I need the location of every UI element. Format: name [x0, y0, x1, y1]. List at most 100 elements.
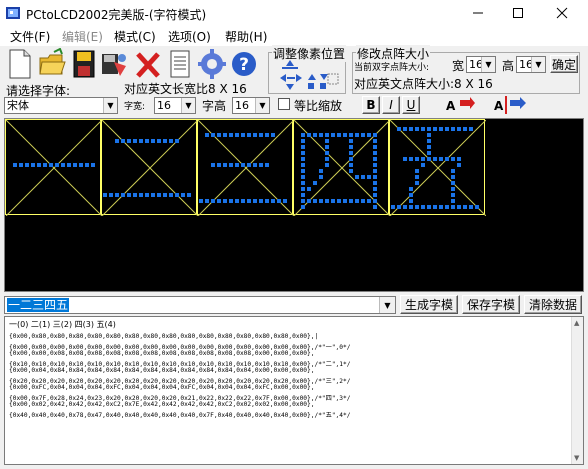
- char-height-select[interactable]: 16 ▼: [232, 97, 270, 114]
- generate-label: 生成字模: [404, 298, 453, 312]
- lcd-dot: [403, 205, 407, 209]
- lcd-glyph: [102, 120, 198, 216]
- menu-help[interactable]: 帮助(H): [225, 28, 267, 45]
- lcd-dot: [445, 205, 449, 209]
- save-font-label: 保存字模: [466, 298, 515, 312]
- lcd-dot: [349, 163, 353, 167]
- lcd-dot: [475, 205, 479, 209]
- lcd-dot: [115, 139, 119, 143]
- lcd-dot: [271, 133, 275, 137]
- close-button[interactable]: [540, 0, 584, 26]
- confirm-button[interactable]: 确定: [550, 55, 578, 73]
- mirror-icon[interactable]: A: [490, 96, 530, 114]
- lcd-dot: [457, 157, 461, 161]
- text-input[interactable]: 一二三四五 ▼: [4, 296, 396, 314]
- bold-button[interactable]: B: [362, 96, 380, 114]
- chevron-down-icon: ▼: [255, 98, 269, 113]
- lcd-dot: [151, 193, 155, 197]
- lcd-dot: [373, 169, 377, 173]
- scroll-down-icon[interactable]: ▼: [574, 454, 579, 462]
- lcd-dot: [331, 133, 335, 137]
- lcd-dot: [343, 133, 347, 137]
- maximize-icon: [513, 8, 523, 18]
- lcd-dot: [307, 199, 311, 203]
- help-icon[interactable]: ?: [230, 48, 258, 80]
- lcd-dot: [145, 193, 149, 197]
- delete-icon[interactable]: [134, 48, 162, 80]
- lcd-dot: [301, 193, 305, 197]
- lcd-dot: [367, 175, 371, 179]
- dot-height-select[interactable]: 16 ▼: [516, 56, 546, 73]
- lcd-dot: [463, 205, 467, 209]
- lcd-dot: [361, 199, 365, 203]
- lcd-dot: [241, 163, 245, 167]
- menu-file[interactable]: 文件(F): [10, 28, 50, 45]
- lcd-dot: [373, 139, 377, 143]
- lcd-dot: [301, 205, 305, 209]
- output-textarea[interactable]: 一(0) 二(1) 三(2) 四(3) 五(4) {0x00,0x80,0x80…: [4, 316, 584, 465]
- lcd-dot: [451, 187, 455, 191]
- lcd-dot: [355, 199, 359, 203]
- lcd-dot: [331, 199, 335, 203]
- lcd-dot: [325, 145, 329, 149]
- vertical-scrollbar[interactable]: ▲ ▼: [571, 317, 583, 464]
- lcd-dot: [409, 187, 413, 191]
- lcd-dot: [439, 205, 443, 209]
- lcd-dot: [133, 193, 137, 197]
- title-bar: PCtoLCD2002完美版-(字符模式): [0, 0, 588, 26]
- lcd-dot: [217, 133, 221, 137]
- lcd-dot: [19, 163, 23, 167]
- lcd-dot: [211, 199, 215, 203]
- new-file-icon[interactable]: [6, 48, 34, 80]
- maximize-button[interactable]: [496, 0, 540, 26]
- dot-width-select[interactable]: 16 ▼: [466, 56, 496, 73]
- clear-label: 清除数据: [528, 298, 577, 312]
- italic-button[interactable]: I: [382, 96, 400, 114]
- lcd-dot: [373, 181, 377, 185]
- menu-options[interactable]: 选项(O): [168, 28, 211, 45]
- lcd-dot: [235, 133, 239, 137]
- proportional-checkbox[interactable]: [278, 98, 290, 110]
- settings-gear-icon[interactable]: [198, 48, 226, 80]
- clear-button[interactable]: 清除数据: [524, 295, 582, 314]
- lcd-dot: [127, 193, 131, 197]
- lcd-dot: [121, 139, 125, 143]
- lcd-dot: [433, 127, 437, 131]
- underline-button[interactable]: U: [402, 96, 420, 114]
- save-font-button[interactable]: 保存字模: [462, 295, 520, 314]
- save-disk-icon[interactable]: [70, 48, 98, 80]
- minimize-button[interactable]: [456, 0, 500, 26]
- code-line: {0x00,0x02,0x42,0x42,0x42,0xC2,0x7E,0x42…: [9, 401, 315, 408]
- lcd-dot: [259, 199, 263, 203]
- lcd-dot: [373, 145, 377, 149]
- pixel-shift-arrows[interactable]: [276, 58, 340, 92]
- en-dot-size: 对应英文点阵大小:8 X 16: [354, 77, 493, 91]
- lcd-dot: [463, 127, 467, 131]
- lcd-dot: [265, 163, 269, 167]
- rotate-icon[interactable]: A: [442, 96, 476, 114]
- menu-edit[interactable]: 编辑(E): [62, 28, 103, 45]
- lcd-dot: [349, 157, 353, 161]
- open-folder-icon[interactable]: [38, 48, 66, 80]
- lcd-dot: [325, 163, 329, 167]
- lcd-dot: [223, 133, 227, 137]
- lcd-dot: [121, 193, 125, 197]
- generate-button[interactable]: 生成字模: [400, 295, 458, 314]
- app-icon: [6, 7, 20, 19]
- scroll-up-icon[interactable]: ▲: [574, 319, 579, 327]
- lcd-dot: [73, 163, 77, 167]
- document-icon[interactable]: [166, 48, 194, 80]
- lcd-dot: [259, 163, 263, 167]
- menu-mode[interactable]: 模式(C): [114, 28, 156, 45]
- save-as-icon[interactable]: [100, 48, 128, 80]
- lcd-dot: [469, 127, 473, 131]
- height-label: 高: [502, 59, 515, 73]
- lcd-dot: [415, 157, 419, 161]
- char-height-value: 16: [235, 99, 249, 112]
- lcd-dot: [451, 169, 455, 173]
- lcd-dot: [307, 187, 311, 191]
- lcd-dot: [253, 163, 257, 167]
- font-select[interactable]: 宋体 ▼: [4, 97, 118, 114]
- close-icon: [556, 7, 568, 19]
- char-width-select[interactable]: 16 ▼: [154, 97, 196, 114]
